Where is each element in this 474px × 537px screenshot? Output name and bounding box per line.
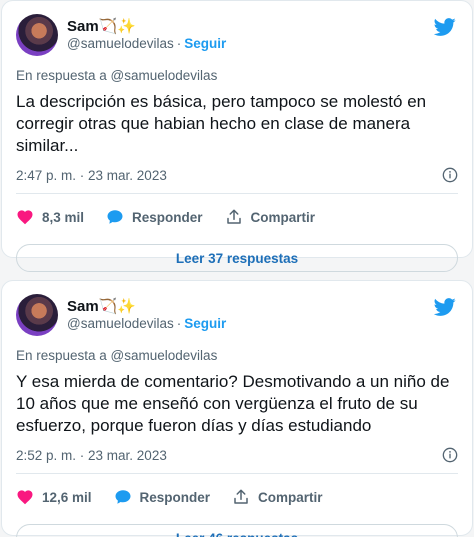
display-name[interactable]: Sam🏹✨ xyxy=(67,298,226,315)
twitter-bird-icon[interactable] xyxy=(434,296,456,318)
avatar[interactable] xyxy=(16,14,58,56)
like-count: 12,6 mil xyxy=(42,489,92,505)
share-icon xyxy=(234,489,248,504)
reply-label: Responder xyxy=(132,209,203,225)
meta-row: 2:47 p. m. · 23 mar. 2023 xyxy=(16,167,458,183)
tweet-card: Sam🏹✨ @samuelodevilas · Seguir En respuest… xyxy=(1,280,473,537)
reply-button[interactable]: Responder xyxy=(106,208,203,226)
tweet-text: La descripción es básica, pero tampoco s… xyxy=(16,92,427,155)
info-icon[interactable] xyxy=(442,167,458,183)
divider xyxy=(16,193,458,194)
read-replies-button[interactable]: Leer 37 respuestas xyxy=(16,244,458,272)
heart-icon xyxy=(17,210,33,225)
handle-row: @samuelodevilas · Seguir xyxy=(67,35,226,52)
tweet-card: Sam🏹✨ @samuelodevilas · Seguir En respuest… xyxy=(1,0,473,272)
tweet-header: Sam🏹✨ @samuelodevilas · Seguir xyxy=(16,14,458,56)
like-count: 8,3 mil xyxy=(42,209,85,225)
handle[interactable]: @samuelodevilas xyxy=(67,316,174,331)
share-button[interactable]: Compartir xyxy=(232,488,323,506)
avatar[interactable] xyxy=(16,294,58,336)
handle-row: @samuelodevilas · Seguir xyxy=(67,315,226,332)
handle[interactable]: @samuelodevilas xyxy=(67,36,174,51)
reply-bubble-icon xyxy=(115,490,131,504)
separator-dot: · xyxy=(176,36,182,51)
tweet-text: Y esa mierda de comentario? Desmotivando… xyxy=(16,372,450,435)
read-replies-button[interactable]: Leer 46 respuestas xyxy=(16,524,458,537)
reply-context: En respuesta a @samuelodevilas xyxy=(16,68,218,83)
tweet-header: Sam🏹✨ @samuelodevilas · Seguir xyxy=(16,294,458,336)
divider xyxy=(16,473,458,474)
twitter-bird-icon[interactable] xyxy=(434,16,456,38)
share-label: Compartir xyxy=(258,489,323,505)
reply-button[interactable]: Responder xyxy=(114,488,211,506)
author-block: Sam🏹✨ @samuelodevilas · Seguir xyxy=(67,298,226,332)
reply-context: En respuesta a @samuelodevilas xyxy=(16,348,218,363)
reply-label: Responder xyxy=(139,489,211,505)
action-bar: 8,3 mil Responder Compartir xyxy=(16,200,458,234)
separator-dot: · xyxy=(176,316,182,331)
follow-button[interactable]: Seguir xyxy=(184,316,226,331)
timestamp[interactable]: 2:47 p. m. · 23 mar. 2023 xyxy=(16,168,167,183)
info-icon[interactable] xyxy=(442,447,458,463)
follow-button[interactable]: Seguir xyxy=(184,36,226,51)
action-bar: 12,6 mil Responder Compartir xyxy=(16,480,458,514)
like-button[interactable]: 12,6 mil xyxy=(16,488,92,506)
heart-icon xyxy=(17,490,33,505)
timestamp[interactable]: 2:52 p. m. · 23 mar. 2023 xyxy=(16,448,167,463)
like-button[interactable]: 8,3 mil xyxy=(16,208,84,226)
share-label: Compartir xyxy=(250,209,316,225)
share-icon xyxy=(226,209,241,224)
meta-row: 2:52 p. m. · 23 mar. 2023 xyxy=(16,447,458,463)
display-name[interactable]: Sam🏹✨ xyxy=(67,18,226,35)
author-block: Sam🏹✨ @samuelodevilas · Seguir xyxy=(67,18,226,52)
share-button[interactable]: Compartir xyxy=(225,208,316,226)
reply-bubble-icon xyxy=(107,210,123,224)
